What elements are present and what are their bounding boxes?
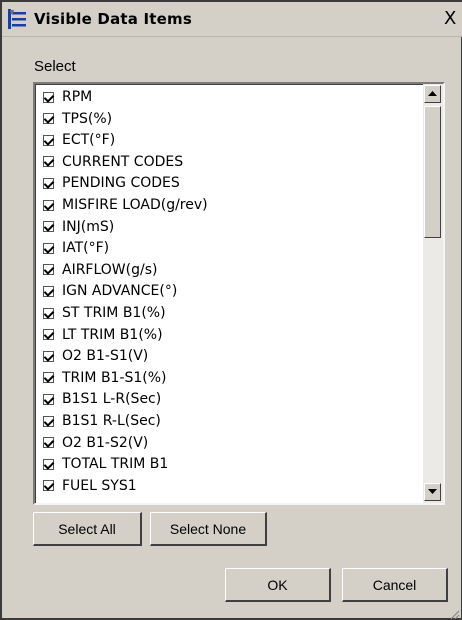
item-label: PENDING CODES — [62, 175, 180, 192]
item-checkbox[interactable] — [43, 393, 54, 405]
item-checkbox[interactable] — [43, 134, 54, 146]
item-checkbox[interactable] — [43, 350, 54, 362]
item-checkbox[interactable] — [43, 480, 54, 492]
item-label: TRIM B1-S1(%) — [62, 369, 167, 386]
item-checkbox[interactable] — [43, 285, 54, 297]
visible-data-items-dialog: Visible Data Items X Select RPM TPS(%) ECT… — [0, 0, 462, 620]
cancel-button[interactable]: Cancel — [342, 568, 448, 602]
item-label: IGN ADVANCE(°) — [62, 283, 178, 300]
item-label: LT TRIM B1(%) — [62, 326, 163, 343]
arrow-down-icon — [428, 489, 437, 494]
item-label: TPS(%) — [62, 110, 113, 127]
title-bar[interactable]: Visible Data Items X — [2, 2, 462, 37]
data-items-listbox[interactable]: RPM TPS(%) ECT(°F) CURRENT CODES PENDING COD… — [33, 82, 445, 505]
list-item[interactable]: B1S1 R-L(Sec) — [43, 411, 161, 431]
item-checkbox[interactable] — [43, 329, 54, 341]
list-item[interactable]: FUEL SYS1 — [43, 476, 137, 496]
item-checkbox[interactable] — [43, 437, 54, 449]
arrow-up-icon — [428, 91, 437, 96]
item-label: B1S1 R-L(Sec) — [62, 413, 161, 429]
item-checkbox[interactable] — [43, 199, 54, 211]
item-label: MISFIRE LOAD(g/rev) — [62, 197, 208, 213]
ok-button[interactable]: OK — [225, 568, 331, 602]
select-group-label: Select — [34, 58, 76, 75]
list-item[interactable]: ECT(°F) — [43, 130, 115, 150]
select-all-button[interactable]: Select All — [33, 512, 142, 546]
item-label: AIRFLOW(g/s) — [62, 261, 158, 278]
list-item[interactable]: TOTAL TRIM B1 — [43, 454, 168, 474]
list-item[interactable]: CURRENT CODES — [43, 152, 183, 172]
item-checkbox[interactable] — [43, 458, 54, 470]
item-label: ECT(°F) — [62, 132, 116, 149]
item-label: CURRENT CODES — [62, 153, 184, 170]
item-checkbox[interactable] — [43, 113, 54, 125]
wrench-icon — [8, 9, 26, 29]
resize-grip-icon[interactable] — [448, 608, 460, 620]
item-checkbox[interactable] — [43, 91, 54, 103]
list-item[interactable]: IAT(°F) — [43, 238, 109, 258]
list-item[interactable]: RPM — [43, 87, 92, 107]
scroll-up-button[interactable] — [424, 85, 441, 103]
item-checkbox[interactable] — [43, 415, 54, 427]
item-checkbox[interactable] — [43, 156, 54, 168]
scroll-thumb[interactable] — [424, 106, 441, 238]
item-label: INJ(mS) — [62, 218, 115, 235]
list-item[interactable]: B1S1 L-R(Sec) — [43, 389, 161, 409]
close-button[interactable]: X — [444, 8, 462, 30]
item-label: IAT(°F) — [62, 240, 110, 257]
data-items-list: RPM TPS(%) ECT(°F) CURRENT CODES PENDING COD… — [35, 84, 423, 503]
list-item[interactable]: LT TRIM B1(%) — [43, 325, 163, 345]
item-label: O2 B1-S2(V) — [62, 434, 149, 451]
list-item[interactable]: MISFIRE LOAD(g/rev) — [43, 195, 208, 215]
item-label: ST TRIM B1(%) — [62, 305, 166, 321]
item-checkbox[interactable] — [43, 372, 54, 384]
vertical-scrollbar[interactable] — [423, 84, 443, 503]
item-checkbox[interactable] — [43, 221, 54, 233]
item-label: RPM — [62, 89, 93, 105]
select-none-button[interactable]: Select None — [150, 512, 267, 546]
list-item[interactable]: O2 B1-S1(V) — [43, 346, 148, 366]
list-item[interactable]: PENDING CODES — [43, 173, 180, 193]
list-item[interactable]: IGN ADVANCE(°) — [43, 281, 177, 301]
list-item[interactable]: AIRFLOW(g/s) — [43, 260, 157, 280]
list-item[interactable]: INJ(mS) — [43, 217, 114, 237]
list-item[interactable]: O2 B1-S2(V) — [43, 433, 148, 453]
item-checkbox[interactable] — [43, 177, 54, 189]
dialog-title: Visible Data Items — [34, 10, 193, 28]
scroll-down-button[interactable] — [424, 483, 441, 501]
item-checkbox[interactable] — [43, 307, 54, 319]
item-label: O2 B1-S1(V) — [62, 348, 149, 365]
item-label: FUEL SYS1 — [62, 477, 137, 494]
list-item[interactable]: TRIM B1-S1(%) — [43, 368, 167, 388]
item-checkbox[interactable] — [43, 264, 54, 276]
list-item[interactable]: TPS(%) — [43, 109, 112, 129]
item-label: TOTAL TRIM B1 — [62, 456, 169, 473]
item-checkbox[interactable] — [43, 242, 54, 254]
list-item[interactable]: ST TRIM B1(%) — [43, 303, 166, 323]
item-label: B1S1 L-R(Sec) — [62, 391, 162, 408]
